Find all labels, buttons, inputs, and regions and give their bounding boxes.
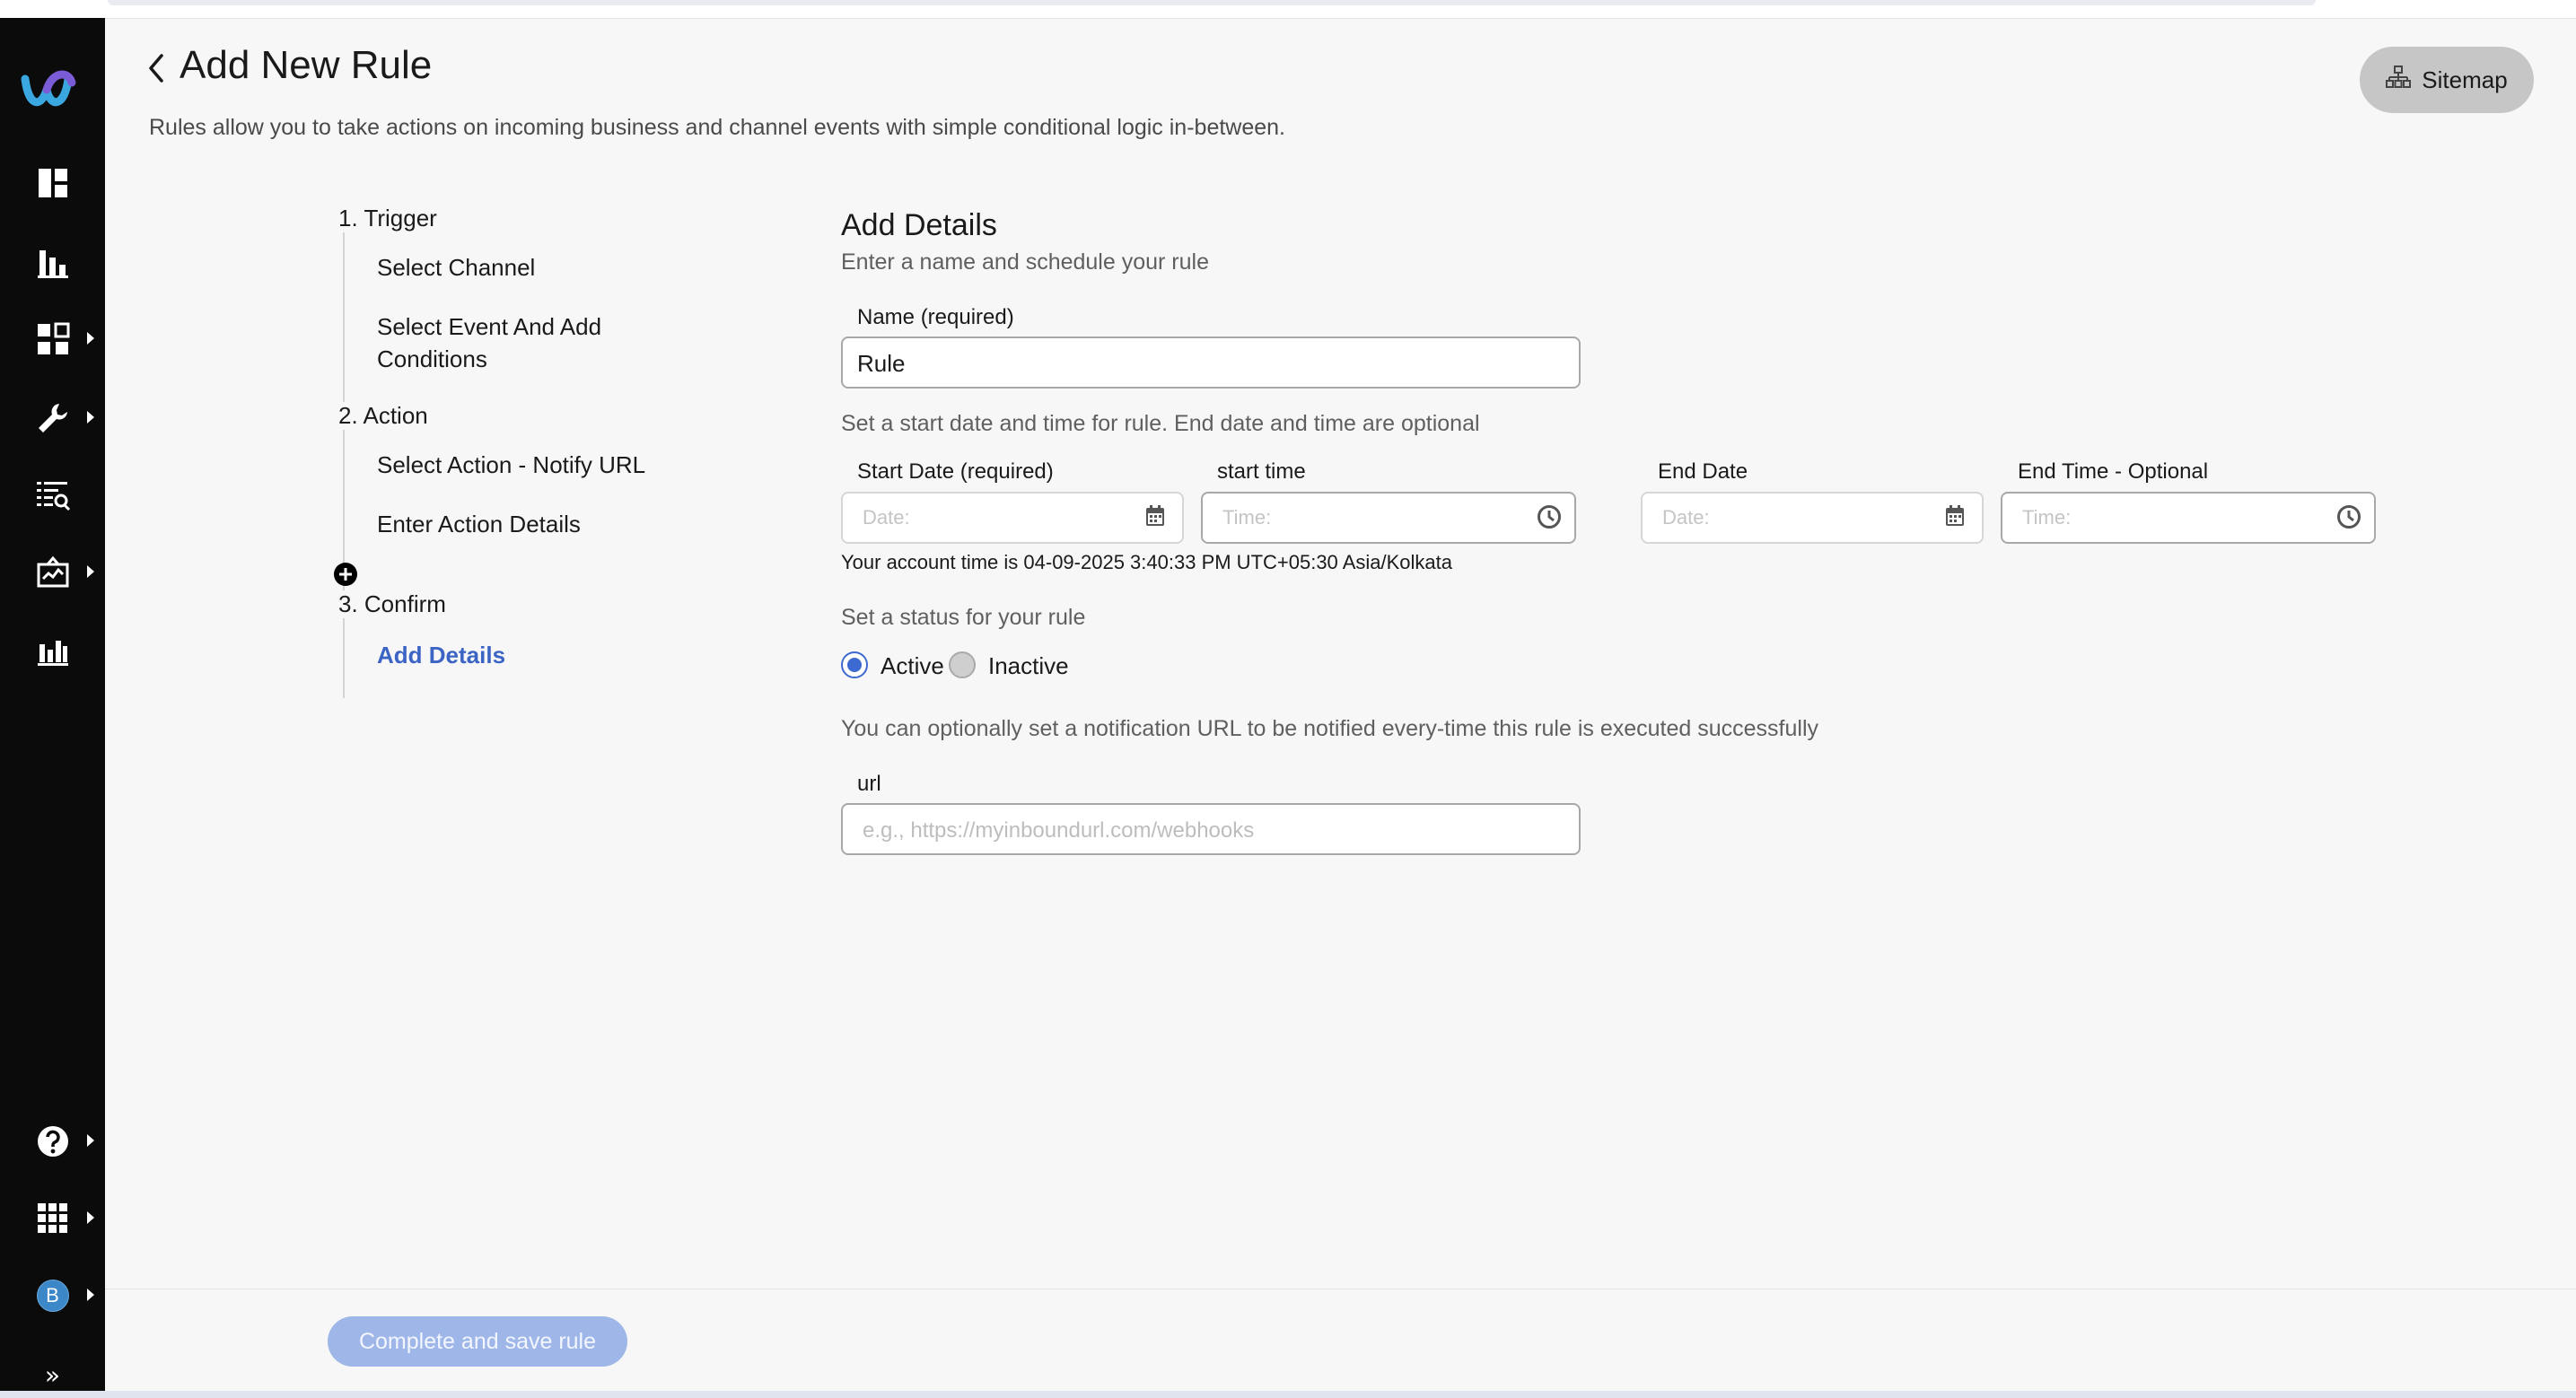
name-field[interactable] bbox=[841, 336, 1581, 389]
clock-icon[interactable] bbox=[2336, 504, 2361, 529]
nav-analytics[interactable] bbox=[0, 235, 105, 289]
step-select-action[interactable]: Select Action - Notify URL bbox=[377, 449, 645, 481]
url-input[interactable] bbox=[861, 814, 1564, 848]
back-chevron-icon[interactable] bbox=[145, 52, 167, 84]
chart-icon bbox=[37, 635, 69, 668]
app-grid-icon bbox=[36, 1201, 70, 1236]
collapse-sidebar-button[interactable]: » bbox=[0, 1359, 105, 1391]
nav-app-grid[interactable] bbox=[0, 1192, 105, 1245]
reports-icon bbox=[35, 478, 71, 512]
nav-help[interactable] bbox=[0, 1114, 105, 1168]
complete-save-rule-button[interactable]: Complete and save rule bbox=[328, 1316, 627, 1367]
expand-caret-icon bbox=[87, 565, 94, 578]
end-time-field[interactable] bbox=[2001, 492, 2376, 544]
expand-caret-icon bbox=[87, 332, 94, 345]
status-hint: Set a status for your rule bbox=[841, 605, 1086, 630]
apps-icon bbox=[36, 322, 70, 356]
add-step-icon[interactable] bbox=[333, 562, 358, 587]
step-select-event-line1[interactable]: Select Event And Add bbox=[377, 310, 601, 343]
step-confirm-title: 3. Confirm bbox=[338, 590, 446, 618]
step-trigger-title: 1. Trigger bbox=[338, 205, 437, 232]
url-field[interactable] bbox=[841, 803, 1581, 855]
step-add-details[interactable]: Add Details bbox=[377, 639, 505, 671]
nav-charts[interactable] bbox=[0, 625, 105, 678]
calendar-icon[interactable] bbox=[1144, 504, 1170, 529]
monitor-icon bbox=[36, 555, 70, 590]
calendar-icon[interactable] bbox=[1944, 504, 1969, 529]
notify-hint: You can optionally set a notification UR… bbox=[841, 716, 1819, 741]
avatar[interactable]: B bbox=[36, 1280, 69, 1312]
nav-profile[interactable]: B bbox=[0, 1269, 105, 1323]
step-select-event-line2[interactable]: Conditions bbox=[377, 343, 487, 375]
wrench-icon bbox=[36, 401, 70, 435]
end-date-field[interactable] bbox=[1641, 492, 1984, 544]
end-date-label: End Date bbox=[1658, 459, 1748, 484]
collapse-icon: » bbox=[44, 1359, 61, 1390]
start-time-input[interactable] bbox=[1221, 502, 1476, 533]
expand-caret-icon bbox=[87, 1211, 94, 1224]
top-strip-pill bbox=[108, 0, 2316, 5]
analytics-icon bbox=[36, 245, 70, 279]
nav-tools[interactable] bbox=[0, 391, 105, 445]
nav-apps[interactable] bbox=[0, 312, 105, 366]
expand-caret-icon bbox=[87, 1289, 94, 1301]
url-label: url bbox=[857, 772, 881, 796]
name-input[interactable] bbox=[855, 345, 1559, 381]
name-label: Name (required) bbox=[857, 305, 1014, 329]
step-action-title: 2. Action bbox=[338, 402, 428, 430]
start-time-field[interactable] bbox=[1201, 492, 1576, 544]
page-description: Rules allow you to take actions on incom… bbox=[149, 115, 1286, 140]
start-date-label: Start Date (required) bbox=[857, 459, 1054, 484]
end-time-label: End Time - Optional bbox=[2018, 459, 2209, 484]
sidebar: B » bbox=[0, 18, 105, 1391]
logo-icon[interactable] bbox=[18, 56, 81, 118]
clock-icon[interactable] bbox=[1537, 504, 1562, 529]
expand-caret-icon bbox=[87, 1134, 94, 1147]
end-time-input[interactable] bbox=[2020, 502, 2275, 533]
bottom-edge bbox=[0, 1391, 2576, 1398]
nav-dashboard[interactable] bbox=[0, 156, 105, 210]
sitemap-icon bbox=[2386, 65, 2412, 95]
section-subtitle: Enter a name and schedule your rule bbox=[841, 249, 1209, 275]
nav-reports[interactable] bbox=[0, 468, 105, 522]
browser-top-strip bbox=[0, 0, 2576, 19]
section-title: Add Details bbox=[841, 208, 997, 242]
end-date-input[interactable] bbox=[1660, 502, 1915, 533]
expand-caret-icon bbox=[87, 411, 94, 424]
footer-bar: Complete and save rule bbox=[105, 1289, 2576, 1392]
sitemap-button[interactable]: Sitemap bbox=[2360, 47, 2534, 113]
status-active-label[interactable]: Active bbox=[881, 652, 944, 680]
dashboard-icon bbox=[37, 167, 69, 199]
start-time-label: start time bbox=[1217, 459, 1306, 484]
schedule-hint: Set a start date and time for rule. End … bbox=[841, 411, 1480, 436]
step-select-channel[interactable]: Select Channel bbox=[377, 251, 535, 284]
nav-monitor[interactable] bbox=[0, 546, 105, 599]
steps-connector bbox=[343, 232, 345, 698]
status-inactive-radio[interactable] bbox=[949, 651, 976, 678]
start-date-field[interactable] bbox=[841, 492, 1184, 544]
start-date-input[interactable] bbox=[861, 502, 1116, 533]
sitemap-label: Sitemap bbox=[2422, 66, 2508, 93]
page-title: Add New Rule bbox=[180, 43, 433, 87]
status-active-radio[interactable] bbox=[841, 651, 868, 678]
status-inactive-label[interactable]: Inactive bbox=[988, 652, 1069, 680]
step-enter-action-details[interactable]: Enter Action Details bbox=[377, 508, 581, 540]
help-icon bbox=[36, 1124, 70, 1158]
account-time-text: Your account time is 04-09-2025 3:40:33 … bbox=[841, 551, 1452, 573]
